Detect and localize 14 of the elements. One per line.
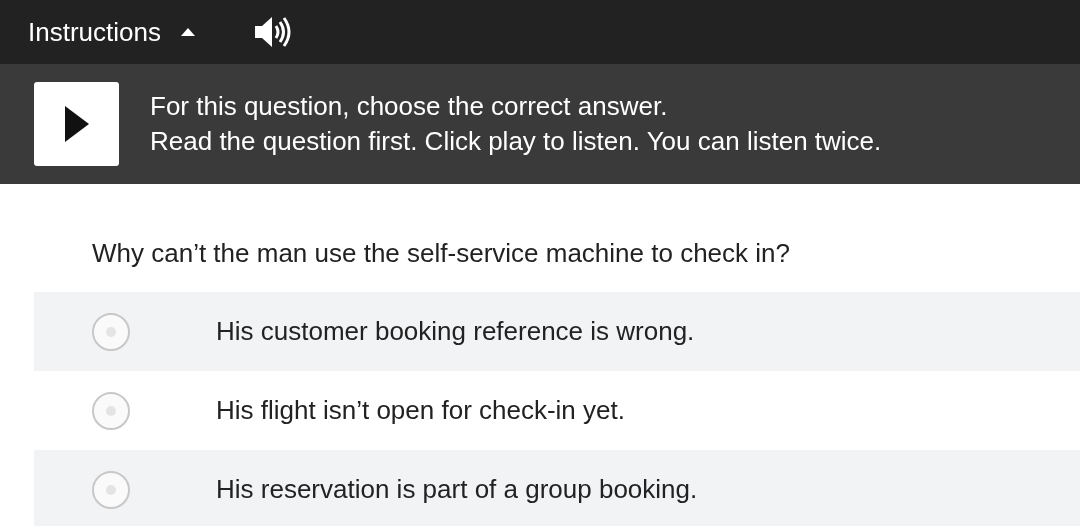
question-text: Why can’t the man use the self-service machine to check in?	[91, 237, 791, 270]
caret-icon	[180, 28, 195, 36]
answer-option[interactable]: His flight isn’t open for check-in yet.	[216, 395, 625, 426]
radio-button[interactable]	[92, 312, 130, 351]
instructions-toggle[interactable]: Instructions	[28, 16, 195, 48]
instruction-text: For this question, choose the correct answer.	[150, 90, 669, 123]
play-icon	[64, 106, 89, 142]
play-button[interactable]	[34, 82, 119, 166]
radio-button[interactable]	[92, 391, 130, 430]
answer-option[interactable]: His reservation is part of a group booking.	[216, 474, 698, 505]
radio-button[interactable]	[92, 470, 130, 509]
answer-option[interactable]: His customer booking reference is wrong.	[216, 316, 695, 347]
speaker-icon[interactable]	[252, 15, 291, 49]
instruction-text: Read the question first. Click play to listen. You can listen twice.	[150, 125, 882, 158]
